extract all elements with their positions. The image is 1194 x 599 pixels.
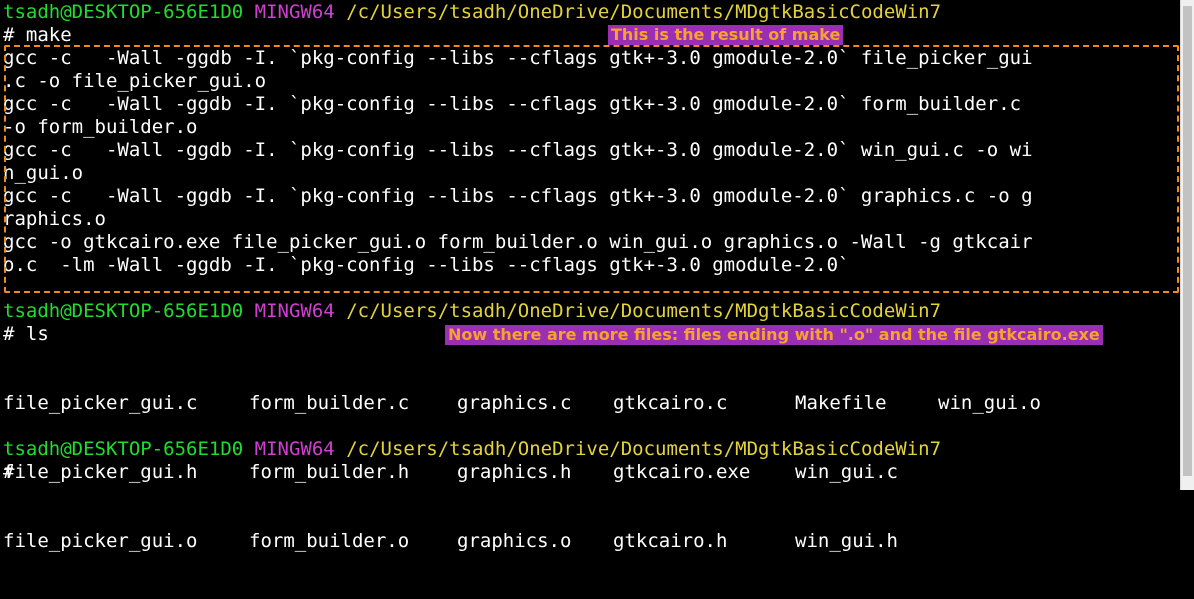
file-entry: Makefile xyxy=(795,392,887,414)
file-entry: gtkcairo.h xyxy=(613,530,728,552)
scrollbar-thumb[interactable] xyxy=(1183,6,1192,476)
file-entry: graphics.o xyxy=(457,530,572,552)
prompt-path: /c/Users/tsadh/OneDrive/Documents/MDgtkB… xyxy=(346,1,942,23)
file-entry: form_builder.h xyxy=(249,461,410,483)
prompt-line: tsadh@DESKTOP-656E1D0 MINGW64 /c/Users/t… xyxy=(3,1,941,24)
ls-column: graphics.c graphics.h graphics.o xyxy=(457,346,571,599)
prompt-line: tsadh@DESKTOP-656E1D0 MINGW64 /c/Users/t… xyxy=(3,300,941,323)
command-input-line[interactable]: # xyxy=(3,461,14,484)
command-ls: # ls xyxy=(3,323,49,345)
ls-column: Makefile win_gui.c win_gui.h xyxy=(795,346,898,599)
file-entry: win_gui.o xyxy=(938,392,1041,414)
file-entry: win_gui.h xyxy=(795,530,898,552)
vertical-scrollbar[interactable] xyxy=(1180,0,1194,490)
ls-note-callout: Now there are more files: files ending w… xyxy=(445,325,1103,345)
ls-column: gtkcairo.c gtkcairo.exe gtkcairo.h xyxy=(613,346,750,599)
file-entry: gtkcairo.c xyxy=(613,392,728,414)
file-entry: win_gui.c xyxy=(795,461,898,483)
prompt-path: /c/Users/tsadh/OneDrive/Documents/MDgtkB… xyxy=(346,438,942,460)
prompt-user: tsadh@DESKTOP-656E1D0 xyxy=(3,438,244,460)
make-note-callout: This is the result of make xyxy=(608,25,844,45)
file-entry: file_picker_gui.h xyxy=(3,461,198,483)
ls-column: win_gui.o xyxy=(938,346,1041,461)
file-entry: graphics.h xyxy=(457,461,572,483)
ls-column: form_builder.c form_builder.h form_build… xyxy=(249,346,409,599)
prompt-path: /c/Users/tsadh/OneDrive/Documents/MDgtkB… xyxy=(346,300,942,322)
file-entry: file_picker_gui.c xyxy=(3,392,198,414)
prompt-user: tsadh@DESKTOP-656E1D0 xyxy=(3,1,244,23)
prompt-shell: MINGW64 xyxy=(254,1,335,23)
prompt-shell: MINGW64 xyxy=(254,438,335,460)
file-entry: form_builder.c xyxy=(249,392,410,414)
prompt-shell: MINGW64 xyxy=(254,300,335,322)
command-make: # make xyxy=(3,24,72,46)
file-entry: gtkcairo.exe xyxy=(613,461,751,483)
prompt-user: tsadh@DESKTOP-656E1D0 xyxy=(3,300,244,322)
terminal-window[interactable]: tsadh@DESKTOP-656E1D0 MINGW64 /c/Users/t… xyxy=(3,0,1181,552)
file-entry: file_picker_gui.o xyxy=(3,530,198,552)
make-output-highlight xyxy=(4,45,1179,293)
file-entry: graphics.c xyxy=(457,392,572,414)
ls-column: file_picker_gui.c file_picker_gui.h file… xyxy=(3,346,197,599)
file-entry: form_builder.o xyxy=(249,530,410,552)
prompt-line: tsadh@DESKTOP-656E1D0 MINGW64 /c/Users/t… xyxy=(3,438,941,461)
